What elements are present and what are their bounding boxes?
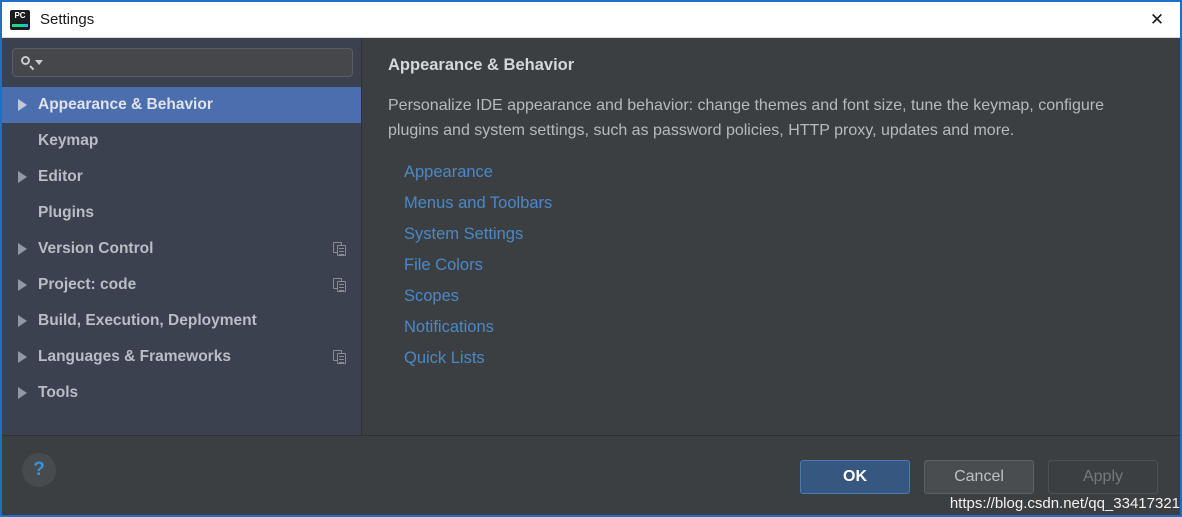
sidebar-item-tools[interactable]: Tools [2,375,361,411]
list-item: Quick Lists [404,343,1154,374]
link-notifications[interactable]: Notifications [404,312,494,343]
sidebar-item-label: Project: code [38,276,137,293]
ok-button[interactable]: OK [800,460,910,494]
expand-arrow-icon[interactable] [14,351,38,363]
search-icon[interactable] [21,55,43,71]
link-quick-lists[interactable]: Quick Lists [404,343,485,374]
sidebar-item-label: Plugins [38,204,94,221]
sidebar-item-label: Appearance & Behavior [38,96,213,113]
link-appearance[interactable]: Appearance [404,157,493,188]
page-description: Personalize IDE appearance and behavior:… [388,97,1105,139]
pycharm-icon-bar [12,23,28,27]
settings-tree: Appearance & Behavior Keymap Editor Plug… [2,83,361,411]
expand-arrow-icon[interactable] [14,279,38,291]
list-item: Scopes [404,281,1154,312]
search-icon-handle [29,64,35,70]
dialog-button-row: OK Cancel Apply [800,460,1158,494]
sidebar-item-plugins[interactable]: Plugins [2,195,361,231]
sidebar-item-label: Languages & Frameworks [38,348,231,365]
settings-sidebar: Appearance & Behavior Keymap Editor Plug… [2,38,362,435]
expand-arrow-icon[interactable] [14,99,38,111]
sidebar-item-build-execution-deployment[interactable]: Build, Execution, Deployment [2,303,361,339]
close-icon[interactable]: ✕ [1134,2,1180,37]
expand-arrow-icon[interactable] [14,171,38,183]
sidebar-item-label: Build, Execution, Deployment [38,312,257,329]
list-item: System Settings [404,219,1154,250]
page-title: Appearance & Behavior [388,56,575,74]
list-item: Notifications [404,312,1154,343]
link-system-settings[interactable]: System Settings [404,219,523,250]
link-scopes[interactable]: Scopes [404,281,459,312]
apply-button: Apply [1048,460,1158,494]
cancel-button[interactable]: Cancel [924,460,1034,494]
sidebar-item-label: Keymap [38,132,99,149]
search-icon-glass [21,55,30,65]
sidebar-item-appearance-behavior[interactable]: Appearance & Behavior [2,87,361,123]
link-menus-and-toolbars[interactable]: Menus and Toolbars [404,188,552,219]
sidebar-item-editor[interactable]: Editor [2,159,361,195]
watermark-text: https://blog.csdn.net/qq_33417321 [949,495,1180,512]
list-item: Menus and Toolbars [404,188,1154,219]
sidebar-item-version-control[interactable]: Version Control [2,231,361,267]
pycharm-icon: PC [10,9,30,30]
sidebar-item-label: Version Control [38,240,154,257]
settings-body: Appearance & Behavior Keymap Editor Plug… [2,38,1180,435]
subsection-link-list: Appearance Menus and Toolbars System Set… [388,157,1154,374]
sidebar-item-label: Tools [38,384,79,401]
search-box[interactable] [12,48,353,77]
sidebar-item-label: Editor [38,168,83,185]
expand-arrow-icon[interactable] [14,387,38,399]
title-bar: PC Settings ✕ [2,2,1180,38]
sidebar-item-keymap[interactable]: Keymap [2,123,361,159]
project-scope-icon [333,242,347,256]
search-input[interactable] [43,54,344,71]
expand-arrow-icon[interactable] [14,243,38,255]
help-icon[interactable]: ? [22,453,56,487]
list-item: Appearance [404,157,1154,188]
expand-arrow-icon[interactable] [14,315,38,327]
settings-window: PC Settings ✕ Appearance & Behavior Keym… [0,0,1182,517]
project-scope-icon [333,350,347,364]
pycharm-icon-text: PC [14,10,26,20]
sidebar-item-project-code[interactable]: Project: code [2,267,361,303]
project-scope-icon [333,278,347,292]
link-file-colors[interactable]: File Colors [404,250,483,281]
settings-detail-panel: Appearance & Behavior Personalize IDE ap… [362,38,1180,435]
chevron-down-icon [35,59,43,65]
list-item: File Colors [404,250,1154,281]
dialog-footer: ? OK Cancel Apply https://blog.csdn.net/… [2,435,1180,515]
search-container [2,38,361,83]
sidebar-item-languages-frameworks[interactable]: Languages & Frameworks [2,339,361,375]
window-title: Settings [40,11,95,28]
